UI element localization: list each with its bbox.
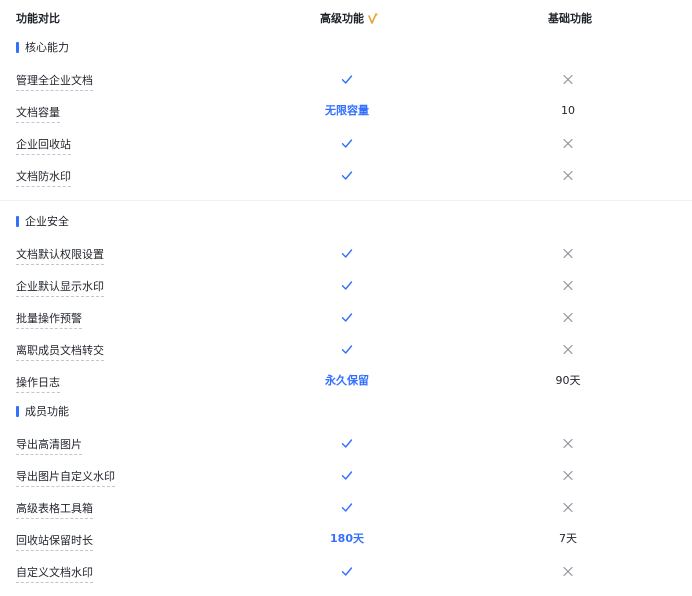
feature-label[interactable]: 自定义文档水印 — [16, 564, 93, 583]
advanced-cell — [341, 563, 354, 578]
advanced-cell — [341, 309, 354, 324]
table-header: 功能对比 高级功能 基础功能 — [0, 0, 692, 34]
basic-cell — [563, 245, 574, 259]
advanced-value: 永久保留 — [325, 374, 369, 387]
table-row: 批量操作预警 — [0, 308, 692, 329]
table-row: 文档默认权限设置 — [0, 244, 692, 265]
feature-label[interactable]: 操作日志 — [16, 374, 60, 393]
table-row: 自定义文档水印 — [0, 562, 692, 583]
advanced-cell — [341, 435, 354, 450]
basic-cell — [563, 309, 574, 323]
cross-icon — [563, 502, 573, 513]
checkmark-icon — [341, 345, 353, 354]
checkmark-icon — [341, 281, 353, 290]
table-row: 文档防水印 — [0, 166, 692, 187]
advanced-value: 无限容量 — [325, 104, 369, 117]
feature-label[interactable]: 高级表格工具箱 — [16, 500, 93, 519]
checkmark-icon — [341, 567, 353, 576]
section-accent-bar — [16, 405, 19, 417]
cross-icon — [563, 248, 573, 259]
checkmark-icon — [341, 171, 353, 180]
cross-icon — [563, 566, 573, 577]
table-row: 企业默认显示水印 — [0, 276, 692, 297]
feature-label[interactable]: 回收站保留时长 — [16, 532, 93, 551]
cross-icon — [563, 312, 573, 323]
feature-comparison-table: 功能对比 高级功能 基础功能 核心能力管理全企业文档 文档容量 无限容量 10 企业回收… — [0, 0, 692, 596]
table-row: 离职成员文档转交 — [0, 340, 692, 361]
checkmark-icon — [341, 471, 353, 480]
table-row: 高级表格工具箱 — [0, 498, 692, 519]
feature-label[interactable]: 导出图片自定义水印 — [16, 468, 115, 487]
advanced-cell — [341, 135, 354, 150]
checkmark-icon — [341, 439, 353, 448]
basic-cell — [563, 341, 574, 355]
advanced-cell — [341, 167, 354, 182]
advanced-value: 180天 — [330, 532, 364, 545]
section-divider — [0, 200, 692, 201]
cross-icon — [563, 74, 573, 85]
section-title: 成员功能 — [16, 404, 69, 418]
feature-label[interactable]: 文档防水印 — [16, 168, 71, 187]
basic-cell — [563, 467, 574, 481]
checkmark-icon — [341, 75, 353, 84]
section-title-text: 核心能力 — [25, 41, 69, 54]
basic-cell — [563, 563, 574, 577]
cross-icon — [563, 438, 573, 449]
feature-label[interactable]: 文档容量 — [16, 104, 60, 123]
feature-label[interactable]: 管理全企业文档 — [16, 72, 93, 91]
checkmark-icon — [341, 313, 353, 322]
header-advanced-column: 高级功能 — [320, 10, 379, 26]
table-row: 导出高清图片 — [0, 434, 692, 455]
feature-label[interactable]: 导出高清图片 — [16, 436, 82, 455]
sparkle-icon — [368, 12, 379, 24]
advanced-cell — [341, 245, 354, 260]
basic-cell — [563, 435, 574, 449]
section-accent-bar — [16, 215, 19, 227]
basic-value: 7天 — [559, 532, 577, 545]
section-accent-bar — [16, 41, 19, 53]
feature-label[interactable]: 企业默认显示水印 — [16, 278, 104, 297]
basic-value: 90天 — [555, 374, 581, 387]
checkmark-icon — [341, 249, 353, 258]
cross-icon — [563, 138, 573, 149]
feature-label[interactable]: 批量操作预警 — [16, 310, 82, 329]
table-row: 操作日志 永久保留 90天 — [0, 372, 692, 393]
advanced-cell — [341, 467, 354, 482]
advanced-cell — [341, 277, 354, 292]
feature-label[interactable]: 离职成员文档转交 — [16, 342, 104, 361]
basic-value: 10 — [561, 104, 575, 117]
table-row: 回收站保留时长 180天 7天 — [0, 530, 692, 551]
basic-cell — [563, 277, 574, 291]
cross-icon — [563, 470, 573, 481]
advanced-cell — [341, 341, 354, 356]
section-title: 企业安全 — [16, 214, 69, 228]
checkmark-icon — [341, 503, 353, 512]
table-row: 导出图片自定义水印 — [0, 466, 692, 487]
advanced-cell — [341, 499, 354, 514]
table-row: 文档容量 无限容量 10 — [0, 102, 692, 123]
section-title-text: 成员功能 — [25, 405, 69, 418]
feature-label[interactable]: 文档默认权限设置 — [16, 246, 104, 265]
cross-icon — [563, 170, 573, 181]
header-basic-column: 基础功能 — [548, 12, 592, 25]
table-row: 管理全企业文档 — [0, 70, 692, 91]
advanced-cell — [341, 71, 354, 86]
table-row: 企业回收站 — [0, 134, 692, 155]
section-title: 核心能力 — [16, 40, 69, 54]
basic-cell — [563, 167, 574, 181]
checkmark-icon — [341, 139, 353, 148]
basic-cell — [563, 135, 574, 149]
header-feature-column: 功能对比 — [16, 12, 60, 25]
cross-icon — [563, 280, 573, 291]
basic-cell — [563, 71, 574, 85]
header-advanced-label: 高级功能 — [320, 12, 364, 25]
feature-label[interactable]: 企业回收站 — [16, 136, 71, 155]
basic-cell — [563, 499, 574, 513]
cross-icon — [563, 344, 573, 355]
section-title-text: 企业安全 — [25, 215, 69, 228]
